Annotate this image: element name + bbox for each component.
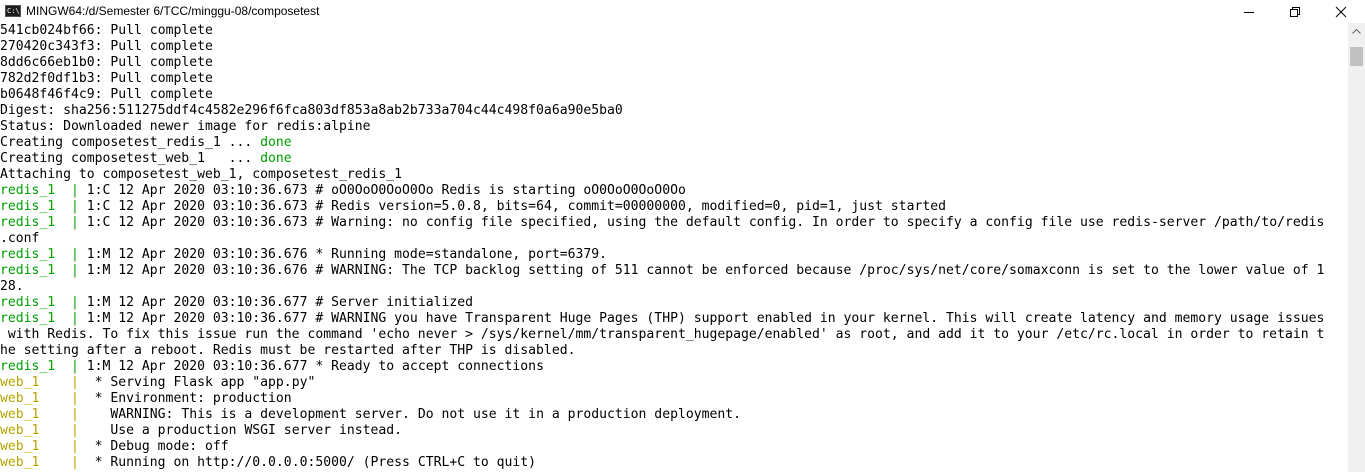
terminal-app-icon[interactable]: C:\: [5, 5, 21, 17]
log-message: * Running on http://0.0.0.0:5000/ (Press…: [78, 455, 537, 470]
log-separator: |: [70, 295, 79, 310]
log-message: 1:C 12 Apr 2020 03:10:36.673 # Warning: …: [78, 215, 1325, 230]
redis-prefix: redis_1: [0, 311, 71, 326]
log-message: 1:C 12 Apr 2020 03:10:36.673 # Redis ver…: [78, 199, 946, 214]
creating-line: Creating composetest_redis_1 ... done: [0, 135, 292, 150]
log-message: * Environment: production: [78, 391, 292, 406]
log-message: 1:M 12 Apr 2020 03:10:36.676 * Running m…: [78, 247, 608, 262]
log-message: WARNING: This is a development server. D…: [78, 407, 742, 422]
scroll-up-button[interactable]: [1348, 23, 1365, 40]
redis-prefix: redis_1: [0, 263, 71, 278]
log-separator: |: [70, 439, 79, 454]
log-line: web_1 | * Running on http://0.0.0.0:5000…: [0, 455, 1348, 471]
log-line: web_1 | * Debug mode: off: [0, 439, 1348, 455]
web-prefix: web_1: [0, 375, 71, 390]
web-prefix: web_1: [0, 439, 71, 454]
log-message: Use a production WSGI server instead.: [78, 423, 403, 438]
log-line: redis_1 | 1:M 12 Apr 2020 03:10:36.676 #…: [0, 263, 1348, 279]
title-bar[interactable]: C:\ MINGW64:/d/Semester 6/TCC/minggu-08/…: [0, 0, 1365, 23]
vertical-scrollbar[interactable]: [1348, 23, 1365, 472]
pull-line: 270420c343f3: Pull complete: [0, 39, 213, 54]
redis-prefix: redis_1: [0, 359, 71, 374]
log-separator: |: [70, 455, 79, 470]
log-separator: |: [70, 263, 79, 278]
window-title: MINGW64:/d/Semester 6/TCC/minggu-08/comp…: [26, 4, 320, 18]
log-line: .conf: [0, 231, 40, 246]
log-message: 1:M 12 Apr 2020 03:10:36.677 * Ready to …: [78, 359, 544, 374]
log-message: 1:M 12 Apr 2020 03:10:36.677 # Server in…: [78, 295, 473, 310]
log-line: redis_1 | 1:M 12 Apr 2020 03:10:36.677 #…: [0, 295, 1348, 311]
pull-line: 782d2f0df1b3: Pull complete: [0, 71, 213, 86]
minimize-icon: [1244, 12, 1254, 13]
log-line: redis_1 | 1:C 12 Apr 2020 03:10:36.673 #…: [0, 215, 1348, 231]
log-separator: |: [70, 183, 79, 198]
log-separator: |: [70, 391, 79, 406]
terminal-output[interactable]: 541cb024bf66: Pull complete 270420c343f3…: [0, 23, 1348, 472]
log-line: redis_1 | 1:M 12 Apr 2020 03:10:36.677 #…: [0, 311, 1348, 327]
minimize-button[interactable]: [1226, 0, 1272, 23]
terminal-window: C:\ MINGW64:/d/Semester 6/TCC/minggu-08/…: [0, 0, 1365, 472]
redis-prefix: redis_1: [0, 215, 71, 230]
log-message: * Debug mode: off: [78, 439, 229, 454]
log-line: 28.: [0, 279, 24, 294]
log-line: redis_1 | 1:C 12 Apr 2020 03:10:36.673 #…: [0, 199, 1348, 215]
pull-line: 541cb024bf66: Pull complete: [0, 23, 213, 38]
log-separator: |: [70, 247, 79, 262]
log-separator: |: [70, 311, 79, 326]
done-label: done: [260, 135, 292, 150]
log-separator: |: [70, 359, 79, 374]
log-separator: |: [70, 407, 79, 422]
close-icon: [1335, 6, 1347, 18]
log-line: web_1 | Use a production WSGI server ins…: [0, 423, 1348, 439]
log-line: redis_1 | 1:M 12 Apr 2020 03:10:36.676 *…: [0, 247, 1348, 263]
redis-prefix: redis_1: [0, 199, 71, 214]
restore-button[interactable]: [1272, 0, 1318, 23]
redis-prefix: redis_1: [0, 183, 71, 198]
log-message: 1:M 12 Apr 2020 03:10:36.677 # WARNING y…: [78, 311, 1325, 326]
log-message: 1:M 12 Apr 2020 03:10:36.676 # WARNING: …: [78, 263, 1325, 278]
log-line: he setting after a reboot. Redis must be…: [0, 343, 576, 358]
web-prefix: web_1: [0, 455, 71, 470]
log-message: * Serving Flask app "app.py": [78, 375, 316, 390]
log-line: redis_1 | 1:M 12 Apr 2020 03:10:36.677 *…: [0, 359, 1348, 375]
web-prefix: web_1: [0, 391, 71, 406]
log-line: redis_1 | 1:C 12 Apr 2020 03:10:36.673 #…: [0, 183, 1348, 199]
log-line: with Redis. To fix this issue run the co…: [0, 327, 1325, 342]
done-label: done: [260, 151, 292, 166]
scroll-thumb[interactable]: [1350, 47, 1363, 66]
status-line: Status: Downloaded newer image for redis…: [0, 119, 371, 134]
log-separator: |: [70, 375, 79, 390]
attaching-line: Attaching to composetest_web_1, composet…: [0, 167, 403, 182]
creating-line: Creating composetest_web_1 ... done: [0, 151, 292, 166]
app-icon-text: C:\: [7, 7, 20, 15]
log-separator: |: [70, 423, 79, 438]
log-lines: redis_1 | 1:C 12 Apr 2020 03:10:36.673 #…: [0, 183, 1348, 471]
digest-line: Digest: sha256:511275ddf4c4582e296f6fca8…: [0, 103, 623, 118]
scroll-up-arrow-icon: [1352, 29, 1361, 34]
redis-prefix: redis_1: [0, 295, 71, 310]
log-separator: |: [70, 199, 79, 214]
web-prefix: web_1: [0, 407, 71, 422]
log-message: 1:C 12 Apr 2020 03:10:36.673 # oO0OoO0Oo…: [78, 183, 686, 198]
pull-line: b0648f46f4c9: Pull complete: [0, 87, 213, 102]
log-separator: |: [70, 215, 79, 230]
log-line: web_1 | * Environment: production: [0, 391, 1348, 407]
restore-icon: [1290, 7, 1300, 17]
pull-line: 8dd6c66eb1b0: Pull complete: [0, 55, 213, 70]
log-line: web_1 | WARNING: This is a development s…: [0, 407, 1348, 423]
web-prefix: web_1: [0, 423, 71, 438]
close-button[interactable]: [1318, 0, 1364, 23]
redis-prefix: redis_1: [0, 247, 71, 262]
log-line: web_1 | * Serving Flask app "app.py": [0, 375, 1348, 391]
